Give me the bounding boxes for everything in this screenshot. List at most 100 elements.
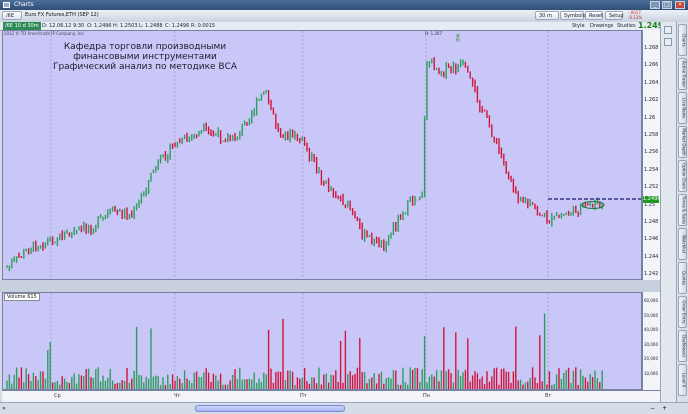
volume-bar bbox=[135, 327, 138, 389]
volume-bar bbox=[507, 371, 510, 389]
volume-bar bbox=[443, 327, 445, 389]
scroll-thumb[interactable] bbox=[195, 405, 345, 412]
volume-bar bbox=[267, 329, 270, 389]
minimize-button[interactable]: _ bbox=[650, 1, 660, 9]
volume-bar bbox=[92, 378, 95, 389]
volume-value: 615 bbox=[27, 294, 37, 300]
volume-chart[interactable] bbox=[2, 292, 642, 390]
volume-bar bbox=[241, 379, 243, 389]
volume-bar bbox=[306, 381, 308, 389]
volume-bar bbox=[217, 380, 219, 389]
volume-bar bbox=[375, 383, 378, 389]
volume-header: Volume 615 bbox=[4, 293, 40, 301]
volume-bar bbox=[42, 371, 44, 389]
volume-bar bbox=[212, 373, 215, 389]
volume-bar bbox=[71, 376, 73, 389]
volume-bar bbox=[337, 381, 339, 389]
high-annotation: H: 1.267 bbox=[425, 31, 443, 36]
volume-bar bbox=[301, 377, 303, 389]
volume-bar bbox=[387, 377, 390, 389]
volume-bar bbox=[366, 383, 368, 389]
volume-bar bbox=[128, 382, 131, 389]
volume-bar bbox=[121, 380, 123, 389]
style-button[interactable]: Style bbox=[572, 22, 585, 30]
symbols-button[interactable]: Symbols bbox=[560, 11, 585, 20]
side-tab[interactable]: Level II bbox=[678, 364, 687, 396]
low-value: L: 1.2488 bbox=[139, 23, 163, 29]
volume-bar bbox=[582, 375, 584, 389]
volume-bar bbox=[78, 374, 80, 389]
setup-button[interactable]: Setup bbox=[605, 11, 624, 20]
lock-icon[interactable] bbox=[664, 26, 672, 34]
volume-bar bbox=[260, 382, 263, 389]
volume-bar bbox=[426, 382, 428, 389]
volume-bar bbox=[234, 369, 236, 389]
price-tick-label: 1.256 bbox=[644, 149, 659, 156]
window-title: Charts bbox=[14, 1, 34, 8]
volume-bar bbox=[195, 371, 198, 389]
volume-bar bbox=[500, 369, 503, 389]
volume-bar bbox=[572, 370, 575, 389]
time-label-fri: Пт bbox=[300, 393, 307, 399]
volume-bar bbox=[243, 379, 246, 389]
symbol-field[interactable]: /6E bbox=[2, 11, 22, 20]
volume-bar bbox=[395, 370, 397, 389]
volume-bar bbox=[61, 376, 63, 389]
time-label-tue: Вт bbox=[545, 393, 552, 399]
volume-bar bbox=[289, 370, 291, 389]
volume-bar bbox=[467, 338, 469, 389]
pane-separator[interactable] bbox=[0, 280, 660, 292]
zoom-out-icon[interactable]: − bbox=[650, 405, 655, 412]
volume-bar bbox=[126, 368, 128, 389]
volume-tick-label: 50,000 bbox=[644, 312, 658, 318]
volume-bar bbox=[579, 369, 582, 389]
volume-bar bbox=[452, 382, 455, 389]
scroll-left-icon[interactable]: « bbox=[2, 405, 6, 412]
studies-button[interactable]: Studies bbox=[617, 22, 636, 30]
volume-bar bbox=[231, 374, 234, 389]
volume-bar bbox=[63, 378, 66, 389]
volume-bar bbox=[414, 367, 416, 389]
volume-bar bbox=[447, 369, 450, 389]
volume-bar bbox=[15, 367, 18, 389]
volume-tick-label: 60,000 bbox=[644, 298, 658, 303]
drawings-button[interactable]: Drawings bbox=[590, 22, 613, 30]
volume-bar bbox=[534, 377, 536, 389]
volume-bar bbox=[198, 376, 200, 389]
volume-bar bbox=[368, 379, 371, 389]
volume-bar bbox=[510, 382, 512, 389]
settings-icon[interactable] bbox=[664, 38, 672, 46]
time-axis[interactable]: Ср Чт Пт Пн Вт bbox=[2, 390, 660, 402]
volume-bar bbox=[143, 382, 145, 389]
volume-bar bbox=[457, 370, 459, 389]
volume-axis[interactable]: 60,000 50,000 40,000 30,000 20,000 10,000 bbox=[642, 292, 660, 390]
volume-bar bbox=[524, 382, 527, 389]
zoom-in-icon[interactable]: + bbox=[662, 405, 667, 412]
time-label-wed: Ср bbox=[54, 393, 61, 399]
volume-bar bbox=[44, 378, 47, 389]
volume-bar bbox=[555, 374, 558, 389]
volume-bar bbox=[296, 377, 299, 389]
horizontal-scrollbar[interactable]: « − + bbox=[0, 402, 688, 414]
volume-bar bbox=[140, 375, 143, 389]
price-axis[interactable]: 1.268 1.266 1.264 1.262 1.26 1.258 1.256 1.254 1… bbox=[642, 30, 660, 280]
volume-bar bbox=[145, 376, 147, 389]
volume-bar bbox=[587, 381, 589, 389]
volume-bar bbox=[251, 379, 253, 389]
volume-bar bbox=[253, 372, 255, 389]
close-button[interactable]: × bbox=[675, 1, 685, 9]
volume-bar bbox=[123, 380, 126, 389]
volume-bar bbox=[327, 382, 330, 389]
volume-bar bbox=[361, 372, 363, 389]
volume-bar bbox=[27, 374, 30, 389]
maximize-button[interactable]: □ bbox=[662, 1, 672, 9]
volume-bar bbox=[479, 379, 481, 389]
period-label[interactable]: /6E 10 d 30m bbox=[3, 22, 41, 30]
volume-bar bbox=[563, 373, 565, 389]
volume-bar bbox=[558, 368, 560, 389]
volume-bar bbox=[236, 379, 239, 389]
interval-selector[interactable]: 30 m bbox=[535, 11, 559, 20]
reset-button[interactable]: Reset bbox=[585, 11, 603, 20]
volume-bar bbox=[515, 326, 517, 389]
side-gadget-panel: Charts Active Trader Live News Market Depth… bbox=[676, 22, 688, 402]
